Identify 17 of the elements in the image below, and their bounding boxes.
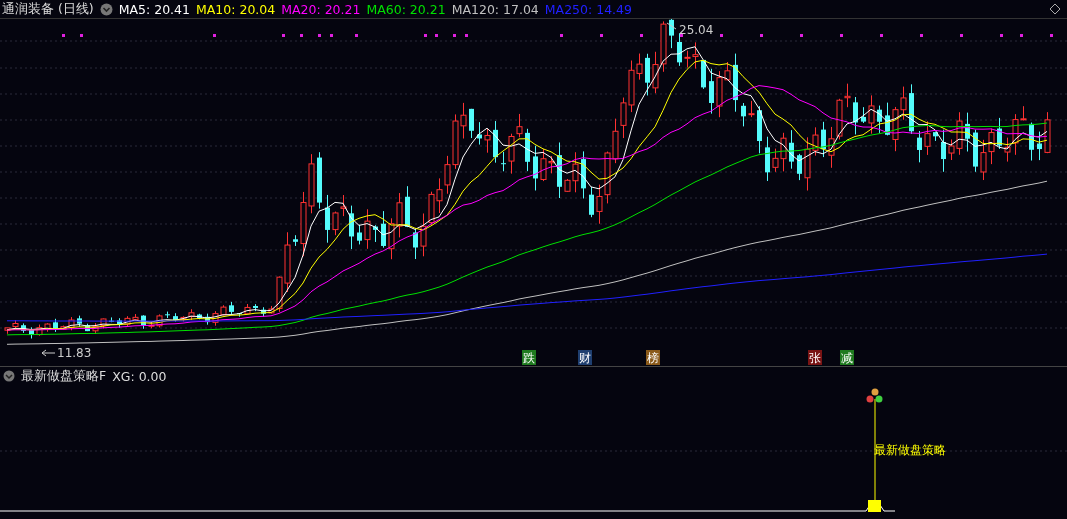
- moving-average-legend: MA20: 20.21: [281, 1, 361, 17]
- high-price-label: 25.04: [679, 23, 714, 37]
- indicator-title: 最新做盘策略F: [21, 367, 107, 385]
- indicator-reading: XG: 0.00: [112, 368, 167, 384]
- event-marker[interactable]: 榜: [646, 350, 660, 365]
- stock-title: 通润装备 (日线): [2, 0, 94, 18]
- signal-label: 最新做盘策略: [874, 442, 946, 459]
- event-marker[interactable]: 财: [578, 350, 592, 365]
- moving-average-legend: MA120: 17.04: [451, 1, 539, 17]
- moving-average-legend: MA250: 14.49: [544, 1, 632, 17]
- moving-average-legend: MA60: 20.21: [366, 1, 446, 17]
- low-price-label: 11.83: [57, 346, 92, 360]
- moving-average-legend: MA10: 20.04: [196, 1, 276, 17]
- moving-average-legend: MA5: 20.41: [118, 1, 190, 17]
- event-marker[interactable]: 减: [840, 350, 854, 365]
- event-marker[interactable]: 张: [808, 350, 822, 365]
- event-marker[interactable]: 跌: [522, 350, 536, 365]
